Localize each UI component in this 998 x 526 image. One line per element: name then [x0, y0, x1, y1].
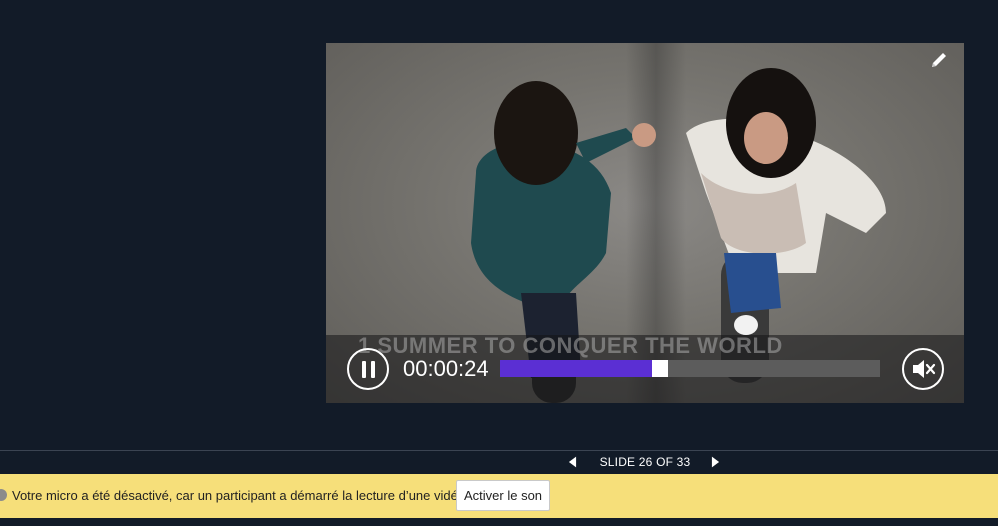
bottom-strip: [0, 518, 998, 526]
video-progress-bar[interactable]: [500, 360, 880, 377]
pencil-icon[interactable]: [928, 49, 950, 71]
pause-button[interactable]: [347, 348, 389, 390]
video-player[interactable]: 1 SUMMER TO CONQUER THE WORLD 00:00:24: [326, 43, 964, 403]
previous-slide-button[interactable]: [562, 452, 582, 472]
chevron-left-icon: [568, 456, 576, 468]
video-timecode: 00:00:24: [403, 356, 489, 381]
divider: [0, 450, 998, 451]
progress-handle[interactable]: [652, 360, 668, 377]
slide-counter: SLIDE 26 OF 33: [599, 455, 691, 469]
progress-fill: [500, 360, 656, 377]
chevron-right-icon: [711, 456, 719, 468]
mute-button[interactable]: [902, 348, 944, 390]
notification-message: Votre micro a été désactivé, car un part…: [12, 488, 469, 503]
speaker-muted-icon: [913, 360, 936, 378]
pause-icon: [361, 360, 366, 378]
info-icon: [0, 489, 7, 501]
next-slide-button[interactable]: [705, 452, 725, 472]
unmute-button[interactable]: Activer le son: [456, 480, 551, 511]
presentation-stage: 1 SUMMER TO CONQUER THE WORLD 00:00:24: [0, 0, 998, 450]
notification-bar: Votre micro a été désactivé, car un part…: [0, 474, 998, 518]
